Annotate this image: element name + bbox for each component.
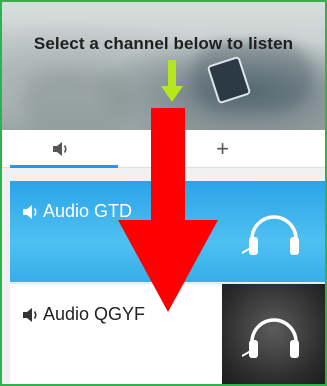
channel-label-group: Audio QGYF xyxy=(22,304,145,325)
channel-item[interactable]: Audio QGYF xyxy=(10,283,325,384)
channel-thumbnail xyxy=(222,181,325,282)
hero-background-shape xyxy=(22,72,132,130)
speaker-icon xyxy=(23,204,37,219)
channel-name: Audio QGYF xyxy=(43,304,146,324)
headphones-icon xyxy=(241,214,299,255)
speaker-icon xyxy=(23,307,37,322)
channel-name: Audio GTD xyxy=(43,201,133,221)
tab-bar: + xyxy=(2,130,325,168)
hero-title: Select a channel below to listen xyxy=(33,34,294,53)
tab-channels[interactable] xyxy=(2,130,120,168)
channel-item[interactable]: Audio GTD xyxy=(10,181,325,282)
plus-icon: + xyxy=(216,136,229,161)
down-arrow-icon xyxy=(161,60,183,102)
channel-thumbnail xyxy=(222,284,325,384)
tab-add[interactable]: + xyxy=(120,130,325,168)
channel-label-group: Audio GTD xyxy=(22,201,132,222)
app-frame: Select a channel below to listen + Audio… xyxy=(0,0,327,386)
speaker-icon xyxy=(53,142,67,156)
headphones-icon xyxy=(241,317,299,358)
hero-banner: Select a channel below to listen xyxy=(2,2,325,130)
